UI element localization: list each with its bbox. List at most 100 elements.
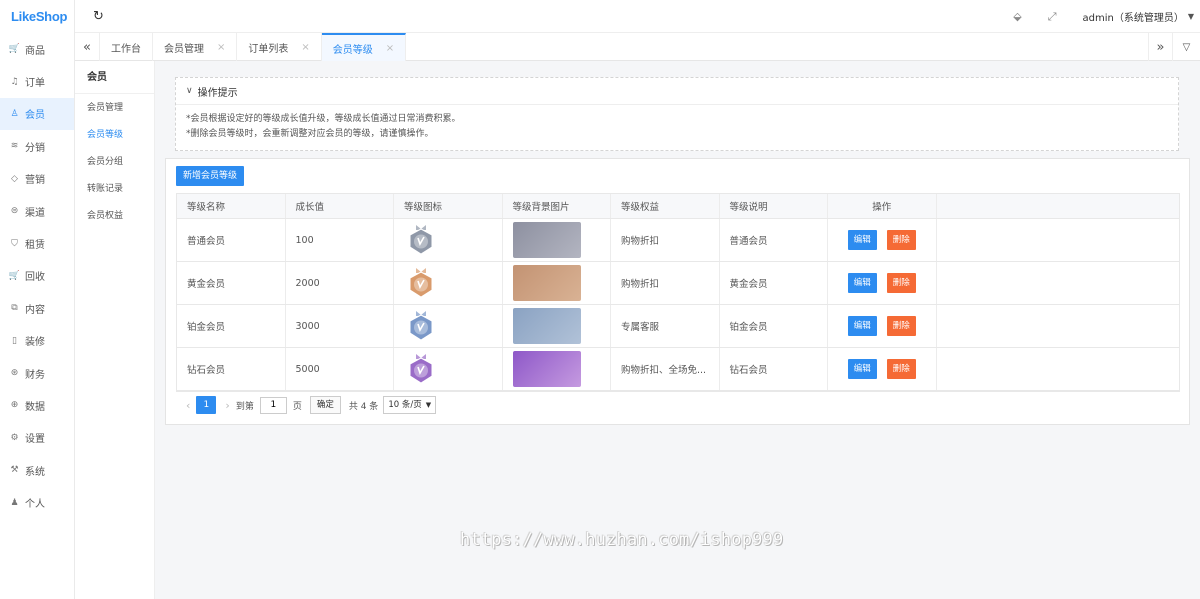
sidebar-item[interactable]: ⚙ 设置 [0, 422, 74, 454]
close-icon[interactable]: × [301, 42, 309, 53]
row-filler [937, 348, 1180, 390]
edit-button[interactable]: 编辑 [847, 316, 877, 336]
tabs-scroll-right-icon[interactable]: » [1148, 33, 1172, 61]
chevron-down-icon: ▼ [425, 401, 432, 409]
tabs-scroll-left-icon[interactable]: « [75, 33, 100, 61]
close-icon[interactable]: × [217, 42, 225, 53]
sidebar-item[interactable]: ⚒ 系统 [0, 454, 74, 486]
actions-cell: 编辑 删除 [828, 348, 937, 390]
chevron-down-icon[interactable]: ▼ [1188, 12, 1194, 21]
level-name: 钻石会员 [177, 348, 286, 390]
level-rights: 专属客服 [611, 305, 720, 347]
goto-confirm-button[interactable]: 确定 [309, 396, 341, 414]
sidebar-item[interactable]: ♫ 订单 [0, 65, 74, 97]
tab-label: 会员管理 [164, 43, 204, 55]
actions-cell: 编辑 删除 [828, 219, 937, 261]
fullscreen-icon[interactable]: ⤢ [1048, 10, 1057, 24]
next-page-icon[interactable]: › [225, 399, 229, 412]
app-logo[interactable]: LikeShop [0, 0, 74, 33]
medal-icon [407, 267, 435, 299]
sidebar-item[interactable]: ⊕ 数据 [0, 389, 74, 421]
edit-button[interactable]: 编辑 [847, 230, 877, 250]
user-menu[interactable]: admin（系统管理员） [1083, 9, 1184, 24]
sub-nav: 会员管理 会员等级 会员分组 转账记录 会员权益 [75, 95, 154, 230]
sidebar-item[interactable]: ⊜ 渠道 [0, 195, 74, 227]
finance-icon: ⊛ [10, 368, 19, 379]
level-bg-image [512, 308, 581, 344]
person-icon: ♟ [10, 497, 19, 508]
level-name: 黄金会员 [177, 262, 286, 304]
page-number-current[interactable]: 1 [196, 396, 217, 414]
sidebar-item[interactable]: ▯ 装修 [0, 325, 74, 357]
sidebar-item[interactable]: ⊛ 财务 [0, 357, 74, 389]
sidebar-item-label: 商品 [25, 45, 45, 57]
sub-sidebar-item[interactable]: 会员权益 [75, 203, 154, 230]
sub-sidebar-item[interactable]: 会员分组 [75, 149, 154, 176]
level-rights: 购物折扣、全场免... [611, 348, 720, 390]
edit-button[interactable]: 编辑 [847, 273, 877, 293]
cart-icon: 🛒 [8, 270, 21, 281]
operation-tips: ∨ 操作提示 *会员根据设定好的等级成长值升级，等级成长值通过日常消费积累。 *… [175, 77, 1179, 151]
top-header: ↻ ⬙ ⤢ admin（系统管理员） ▼ [75, 0, 1200, 33]
sidebar-item-label: 订单 [25, 78, 45, 90]
sub-sidebar-item[interactable]: 会员管理 [75, 95, 154, 122]
row-filler [937, 305, 1180, 347]
delete-button[interactable]: 删除 [886, 230, 916, 250]
column-filler [937, 194, 1180, 218]
delete-button[interactable]: 删除 [886, 316, 916, 336]
sub-sidebar-item[interactable]: 会员等级 [75, 122, 154, 149]
goto-label: 到第 [235, 401, 254, 412]
tip-line: *删除会员等级时，会重新调整对应会员的等级，请谨慎操作。 [186, 129, 434, 139]
sidebar-item[interactable]: ≋ 分销 [0, 130, 74, 162]
column-header: 等级权益 [611, 194, 720, 218]
sidebar-item-label: 装修 [25, 337, 45, 349]
tab[interactable]: 订单列表 × [237, 33, 322, 61]
sidebar-item[interactable]: 🛒 回收 [0, 260, 74, 292]
sidebar-item[interactable]: ◇ 营销 [0, 163, 74, 195]
sidebar-item[interactable]: ♟ 个人 [0, 486, 74, 518]
level-icon-cell [394, 305, 503, 347]
level-bg-cell [503, 262, 611, 304]
pagination: ‹ 1 › 到第 页 确定 共 4 条 10 条/页 ▼ [176, 395, 437, 415]
sidebar-item[interactable]: ⧉ 内容 [0, 292, 74, 324]
globe-icon: ⊕ [10, 400, 19, 411]
total-count: 共 4 条 [348, 401, 379, 412]
tag-icon[interactable]: ⬙ [1013, 10, 1021, 23]
tool-icon: ⚒ [10, 465, 19, 476]
sidebar-item[interactable]: 🛒 商品 [0, 33, 74, 65]
tabs-menu-chevron-icon[interactable]: ▽ [1172, 33, 1200, 61]
tab[interactable]: 会员管理 × [153, 33, 238, 61]
table-header-row: 等级名称 成长值 等级图标 等级背景图片 等级权益 等级说明 操作 [177, 194, 1179, 219]
delete-button[interactable]: 删除 [886, 273, 916, 293]
tab[interactable]: 会员等级 × [321, 33, 407, 61]
delete-button[interactable]: 删除 [886, 359, 916, 379]
tab-label: 订单列表 [248, 43, 289, 55]
tips-header[interactable]: ∨ 操作提示 [176, 78, 1178, 105]
gear-icon: ⚙ [10, 432, 19, 443]
tab-label: 会员等级 [332, 44, 373, 56]
column-header: 等级背景图片 [503, 194, 611, 218]
level-rights: 购物折扣 [611, 219, 720, 261]
level-desc: 普通会员 [720, 219, 828, 261]
close-icon[interactable]: × [386, 43, 394, 54]
main-nav: 🛒 商品 ♫ 订单 ♙ 会员 ≋ 分销 ◇ 营销 ⊜ 渠道 ⛉ 租赁 🛒 回收 ⧉ 内容 ▯ 装修 ⊛ 财务 ⊕ 数据 ⚙ 设置 ⚒… [0, 33, 74, 519]
add-level-button[interactable]: 新增会员等级 [176, 166, 245, 186]
level-icon-cell [394, 348, 503, 390]
sub-sidebar-item[interactable]: 转账记录 [75, 176, 154, 203]
level-desc: 黄金会员 [720, 262, 828, 304]
diamond-icon: ◇ [11, 173, 18, 184]
column-header: 成长值 [286, 194, 394, 218]
tab[interactable]: 工作台 [100, 33, 153, 61]
column-header: 等级说明 [720, 194, 828, 218]
coin-icon: ⊜ [10, 206, 19, 217]
page-size-select[interactable]: 10 条/页 ▼ [383, 396, 437, 414]
sidebar-item[interactable]: ⛉ 租赁 [0, 227, 74, 259]
table-row: 黄金会员 2000 购物折扣 黄金会员 编辑 删除 [177, 262, 1179, 305]
chevron-down-icon[interactable]: ∨ [186, 86, 193, 96]
sidebar-item[interactable]: ♙ 会员 [0, 97, 74, 131]
row-filler [937, 262, 1180, 304]
prev-page-icon[interactable]: ‹ [186, 399, 190, 412]
refresh-icon[interactable]: ↻ [93, 9, 104, 24]
edit-button[interactable]: 编辑 [847, 359, 877, 379]
goto-page-input[interactable] [259, 396, 287, 414]
